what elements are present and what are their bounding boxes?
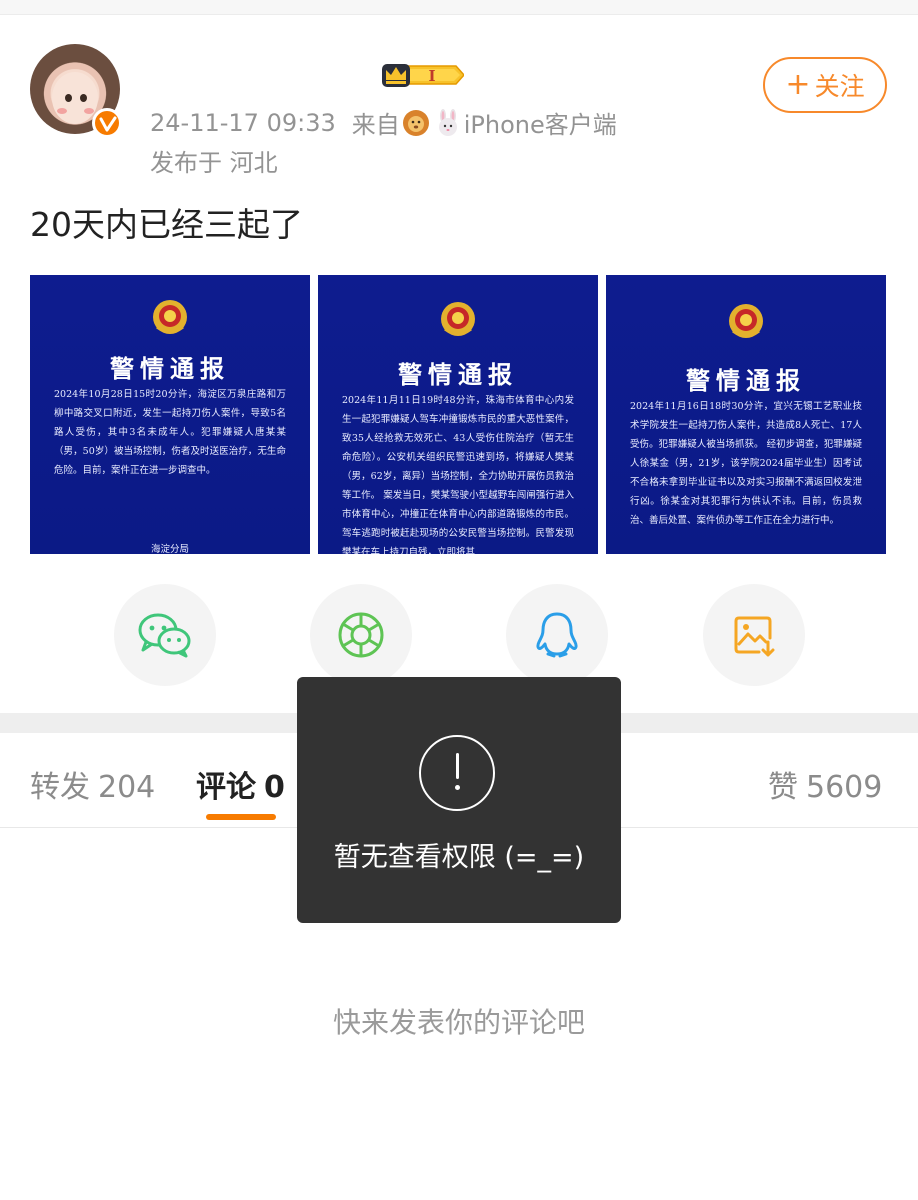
save-image-button[interactable] (703, 584, 805, 686)
avatar-face (52, 72, 98, 124)
poster-body: 2024年10月28日15时20分许，海淀区万泉庄路和万柳中路交叉口附近，发生一… (54, 389, 286, 476)
poster-body: 2024年11月11日19时48分许，珠海市体育中心内发生一起犯罪嫌疑人驾车冲撞… (342, 395, 574, 554)
lion-emoji-icon (401, 108, 431, 138)
tab-likes-count: 5609 (806, 770, 883, 805)
tab-likes[interactable]: 赞 5609 (768, 762, 882, 806)
post-text: 20天内已经三起了 (30, 205, 303, 244)
member-level-badge[interactable]: I (380, 60, 466, 90)
source-device: iPhone客户端 (463, 111, 617, 139)
tab-comments-label: 评论 (196, 770, 256, 805)
post-image-3[interactable]: 警情通报 2024年11月16日18时30分许，宜兴无锡工艺职业技术学院发生一起… (606, 275, 886, 554)
police-emblem-icon (153, 300, 187, 334)
avatar-eye-left (65, 94, 72, 102)
post-meta: 24-11-17 09:33 来自 iPhone客户端 (150, 105, 617, 140)
post-image-2[interactable]: 警情通报 2024年11月11日19时48分许，珠海市体育中心内发生一起犯罪嫌疑… (318, 275, 598, 554)
tab-comments[interactable]: 评论 0 (196, 762, 285, 806)
active-tab-indicator (206, 814, 276, 820)
moments-icon (338, 612, 384, 658)
comments-empty-hint: 快来发表你的评论吧 (332, 1006, 585, 1039)
post-image-1[interactable]: 警情通报 2024年10月28日15时20分许，海淀区万泉庄路和万柳中路交叉口附… (30, 275, 310, 554)
poster-title: 警情通报 (398, 360, 518, 389)
permission-toast: 暂无查看权限 (=_=) (297, 677, 621, 923)
avatar-cheek-right (84, 108, 94, 114)
poster-signature: 海淀分局 (150, 544, 189, 554)
post-timestamp: 24-11-17 09:33 (150, 108, 336, 137)
save-image-icon (734, 616, 775, 657)
police-emblem-icon (441, 302, 475, 336)
poster-title: 警情通报 (686, 366, 806, 395)
avatar-cheek-left (57, 108, 67, 114)
tab-likes-label: 赞 (768, 770, 798, 805)
follow-label: 关注 (814, 72, 865, 101)
share-wechat-button[interactable] (114, 584, 216, 686)
qq-icon (536, 612, 578, 658)
share-qq-button[interactable] (506, 584, 608, 686)
tab-comments-count: 0 (264, 770, 285, 805)
wechat-icon (138, 613, 191, 658)
tab-repost[interactable]: 转发 204 (30, 762, 155, 806)
poster-title: 警情通报 (110, 354, 230, 383)
avatar-eye-right (80, 94, 87, 102)
follow-button[interactable]: + 关注 (763, 57, 887, 113)
poster-body: 2024年11月16日18时30分许，宜兴无锡工艺职业技术学院发生一起持刀伤人案… (630, 401, 862, 526)
toast-message: 暂无查看权限 (=_=) (333, 842, 585, 873)
source-prefix: 来自 (351, 111, 400, 139)
crown-icon (382, 64, 410, 87)
status-strip (0, 0, 918, 15)
svg-text:I: I (428, 67, 435, 85)
tab-repost-count: 204 (98, 770, 156, 805)
rabbit-emoji-icon (433, 108, 463, 138)
plus-icon: + (785, 67, 811, 102)
post-location: 发布于 河北 (150, 149, 278, 177)
verified-icon (92, 108, 122, 138)
exclamation-icon (419, 735, 495, 811)
police-emblem-icon (729, 304, 763, 338)
tab-repost-label: 转发 (30, 770, 90, 805)
share-moments-button[interactable] (310, 584, 412, 686)
